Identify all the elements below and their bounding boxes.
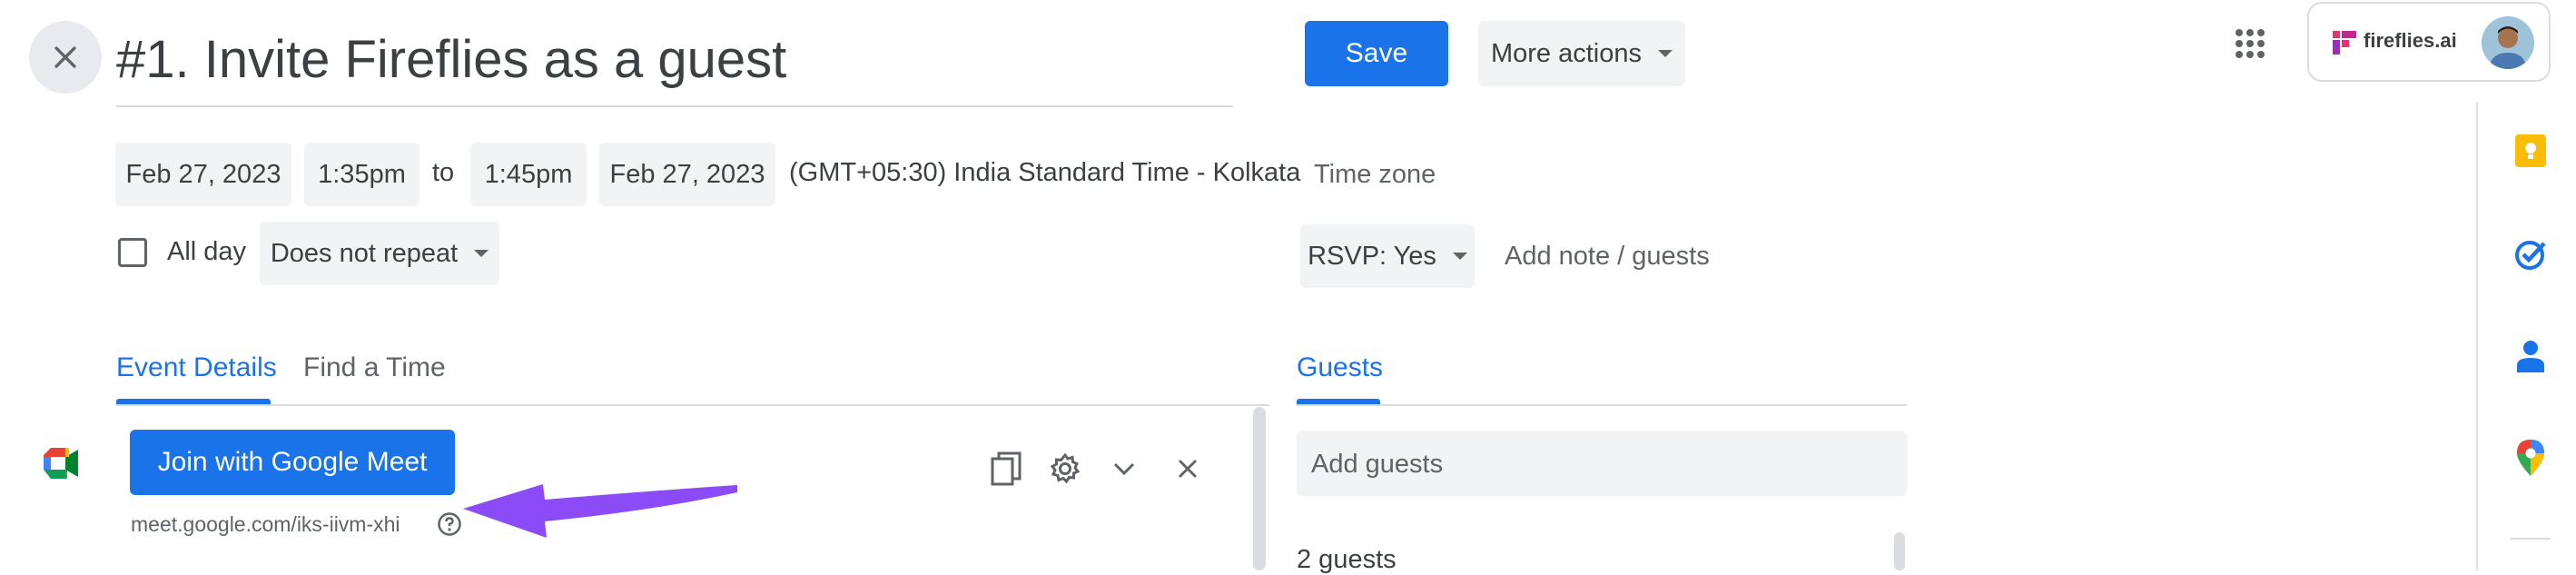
fireflies-logo-icon [2333,31,2356,55]
end-time-value: 1:45pm [484,159,573,189]
avatar-person-icon [2489,26,2527,69]
end-date-picker[interactable]: Feb 27, 2023 [599,143,775,206]
remove-meet-button[interactable] [1168,449,1208,489]
timezone-text: (GMT+05:30) India Standard Time - Kolkat… [789,158,1301,187]
event-details-scrollbar[interactable] [1253,407,1266,570]
contacts-icon [2517,341,2544,372]
event-title-input[interactable]: #1. Invite Fireflies as a guest [116,22,1233,107]
annotation-arrow-icon [463,484,737,538]
repeat-dropdown[interactable]: Does not repeat [260,222,499,285]
keep-icon [2515,134,2546,167]
start-time-picker[interactable]: 1:35pm [304,143,419,206]
side-panel-contacts-button[interactable] [2511,336,2551,376]
save-label: Save [1345,38,1408,68]
side-panel-keep-button[interactable] [2511,131,2551,171]
save-button[interactable]: Save [1305,21,1448,86]
side-panel-tasks-button[interactable] [2511,234,2551,274]
google-meet-icon [44,448,78,479]
account-brand-label: fireflies.ai [2364,29,2457,52]
join-google-meet-button[interactable]: Join with Google Meet [130,430,455,495]
tasks-icon [2515,241,2546,270]
apps-grid-icon [2235,29,2265,58]
side-panel-separator [2511,538,2551,540]
all-day-label: All day [167,237,247,266]
end-time-picker[interactable]: 1:45pm [470,143,587,206]
close-button[interactable] [29,21,102,94]
rsvp-dropdown[interactable]: RSVP: Yes [1300,224,1475,288]
chevron-down-icon [1113,462,1135,476]
gear-icon [1050,452,1081,484]
copy-icon [991,451,1022,486]
close-icon [1179,460,1197,478]
timezone-button[interactable]: Time zone [1314,160,1436,190]
meet-expand-button[interactable] [1104,449,1144,489]
add-guests-input[interactable]: Add guests [1297,431,1907,496]
start-date-picker[interactable]: Feb 27, 2023 [115,143,291,206]
more-actions-button[interactable]: More actions [1478,21,1685,86]
all-day-checkbox[interactable] [118,238,147,267]
apps-grid-button[interactable] [2226,20,2274,67]
rsvp-value: RSVP: Yes [1308,241,1436,271]
close-icon [54,46,76,68]
start-date-value: Feb 27, 2023 [125,159,281,189]
tab-guests[interactable]: Guests [1297,352,1383,383]
copy-meeting-info-button[interactable] [986,449,1026,489]
meet-settings-button[interactable] [1045,449,1085,489]
dropdown-caret-icon [1658,50,1673,57]
guests-scrollbar[interactable] [1894,532,1905,570]
start-time-value: 1:35pm [318,159,406,189]
meet-link[interactable]: meet.google.com/iks-iivm-xhi [131,512,400,537]
side-panel-divider [2476,102,2478,570]
guest-count: 2 guests [1297,545,1397,574]
end-date-value: Feb 27, 2023 [609,159,765,189]
tab-find-a-time[interactable]: Find a Time [303,352,446,383]
guests-divider [1297,404,1907,406]
dropdown-caret-icon [1452,253,1467,260]
maps-icon [2517,440,2544,476]
add-guests-placeholder: Add guests [1311,450,1444,479]
tab-event-details[interactable]: Event Details [116,352,277,383]
join-google-meet-label: Join with Google Meet [157,447,428,477]
more-actions-label: More actions [1490,38,1642,68]
account-chip[interactable]: fireflies.ai [2307,2,2551,82]
add-note-button[interactable]: Add note / guests [1505,242,1710,272]
tabs-divider [116,404,1269,406]
event-title-text: #1. Invite Fireflies as a guest [116,30,787,89]
side-panel-maps-button[interactable] [2511,438,2551,478]
dropdown-caret-icon [474,250,489,257]
to-label: to [432,158,455,187]
avatar [2482,16,2534,69]
repeat-value: Does not repeat [270,238,459,268]
